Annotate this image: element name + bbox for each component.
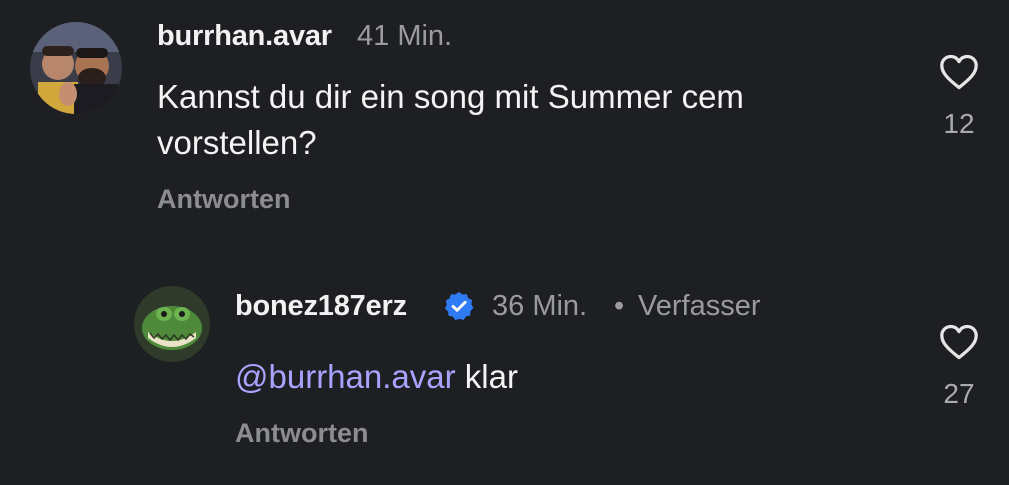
heart-outline-icon[interactable] bbox=[939, 324, 979, 360]
avatar-burrhan[interactable] bbox=[30, 22, 122, 114]
verified-badge-icon bbox=[445, 292, 474, 321]
reply-username[interactable]: bonez187erz bbox=[235, 290, 407, 323]
like-count: 12 bbox=[943, 108, 975, 139]
meta-separator: • bbox=[614, 290, 625, 322]
comment-username[interactable]: burrhan.avar bbox=[157, 20, 332, 53]
like-count-2: 27 bbox=[943, 378, 975, 409]
mention-link[interactable]: @burrhan.avar bbox=[235, 358, 456, 395]
reply-text-content: klar bbox=[464, 358, 518, 395]
reply-button[interactable]: Antworten bbox=[157, 184, 290, 215]
like-button-2[interactable]: 27 bbox=[924, 324, 994, 410]
comment-text-line-1: Kannst du dir ein song mit Summer cem bbox=[157, 78, 744, 115]
comment-bonez-reply: bonez187erz 36 Min. • Verfasser @burrhan… bbox=[0, 250, 1009, 485]
heart-outline-icon[interactable] bbox=[939, 54, 979, 90]
reply-button-2[interactable]: Antworten bbox=[235, 418, 368, 449]
like-button[interactable]: 12 bbox=[924, 54, 994, 140]
reply-timestamp: 36 Min. bbox=[492, 290, 588, 322]
avatar-bonez[interactable] bbox=[134, 286, 210, 362]
comment-text-line-2: vorstellen? bbox=[157, 124, 317, 161]
comment-timestamp: 41 Min. bbox=[357, 20, 453, 52]
avatar-crocodile-icon bbox=[134, 286, 210, 362]
comment-text: Kannst du dir ein song mit Summer cem vo… bbox=[157, 74, 744, 166]
reply-text: @burrhan.avar klar bbox=[235, 354, 518, 400]
comment-burrhan: burrhan.avar 41 Min. Kannst du dir ein s… bbox=[0, 0, 1009, 240]
avatar-photo-icon bbox=[30, 22, 122, 114]
author-label: Verfasser bbox=[638, 290, 761, 322]
